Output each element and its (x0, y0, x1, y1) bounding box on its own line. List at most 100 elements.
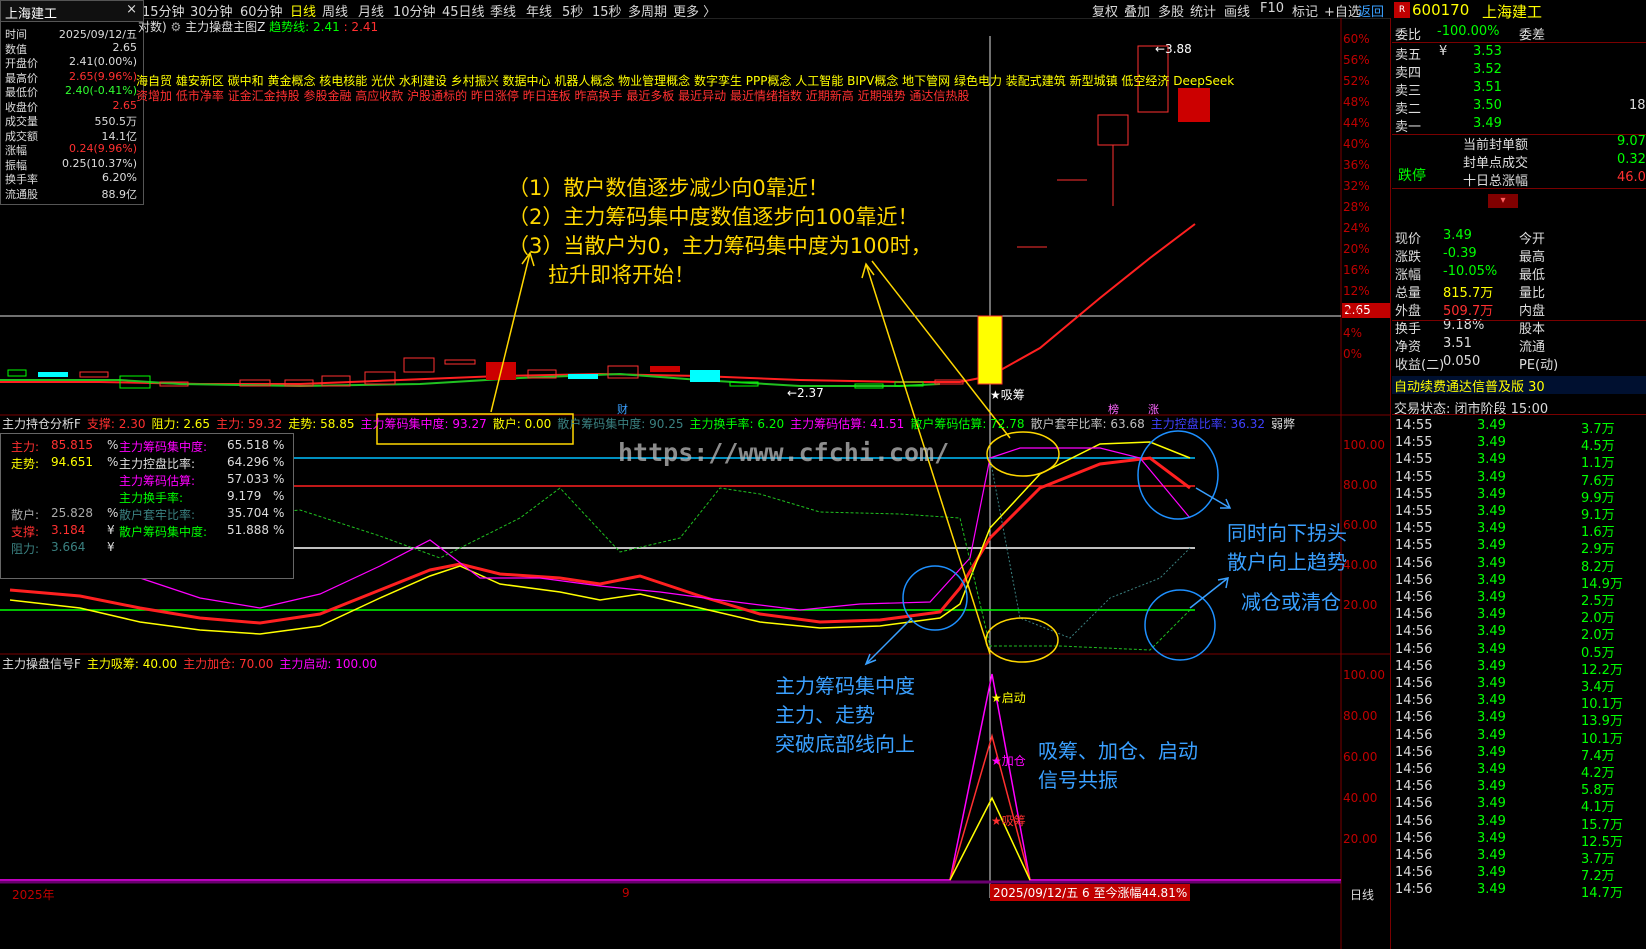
tick-row: 14:56 3.49 15.7万 (1393, 814, 1646, 833)
tick-row: 14:56 3.49 2.0万 (1393, 624, 1646, 644)
stat-label: 涨幅 (1395, 268, 1422, 283)
y-tick-label: 40% (1343, 137, 1370, 151)
sub1-y-label: 80.00 (1343, 478, 1378, 492)
stat-label: 净资 (1395, 340, 1422, 355)
quote-row: 卖四 3.52 (1393, 62, 1646, 81)
annotation-line-4: 拉升即将开始！ (508, 263, 696, 287)
legend-unit: ¥ (107, 540, 115, 554)
stat-label: 收益(二) (1395, 358, 1445, 373)
sub2-header-item[interactable]: 主力操盘信号F (2, 657, 81, 671)
tick-price: 3.49 (1477, 796, 1506, 812)
legend-value: 25.828 (51, 506, 93, 520)
promo-banner[interactable]: 自动续费通达信普及版 30 (1392, 376, 1646, 395)
sub1-header-item: 走势: 58.85 (288, 417, 355, 431)
tick-volume: 7.2万 (1581, 869, 1615, 885)
sub1-y-label: 20.00 (1343, 598, 1378, 612)
tick-row: 14:55 3.49 4.5万 (1393, 435, 1646, 454)
sub2-y-label: 20.00 (1343, 832, 1378, 846)
settings-icon[interactable]: ⚙ (171, 20, 182, 34)
quote-title-bar: R 600170 上海建工 (1392, 0, 1646, 21)
low-marker: ←2.37 (787, 386, 824, 400)
indicator-name[interactable]: 主力操盘主图Z (185, 20, 265, 34)
tick-volume: 2.5万 (1581, 594, 1615, 609)
legend-key: 支撑: (11, 525, 40, 539)
watermark: https://www.cfchi.com/ (618, 438, 950, 467)
tick-time: 14:56 (1395, 590, 1433, 605)
tick-time: 14:56 (1395, 555, 1433, 571)
expand-arrow-icon[interactable]: ▾ (1488, 194, 1518, 208)
tick-price: 3.49 (1477, 521, 1506, 537)
tick-price: 3.49 (1477, 590, 1506, 605)
tick-time: 14:56 (1395, 744, 1433, 760)
annotation-line-3: （3）当散户为0，主力筹码集中度为100时， (508, 234, 932, 258)
legend-key: 主力: (11, 440, 40, 454)
legend-unit2: % (273, 455, 285, 469)
y-tick-label: 32% (1343, 179, 1370, 193)
sub1-header-item: 主力筹码估算: 41.51 (790, 417, 905, 431)
tick-time: 14:56 (1395, 762, 1433, 777)
break-line-2: 主力、走势 (775, 703, 875, 727)
ask-price: 3.50 (1473, 98, 1502, 113)
circle-retail-blue (1144, 589, 1216, 661)
legend-value: 85.815 (51, 438, 93, 452)
quote-row: 卖一 3.49 (1393, 116, 1646, 135)
stock-code: 600170 (1412, 1, 1470, 19)
tick-time: 14:55 (1395, 486, 1433, 502)
tick-time: 14:56 (1395, 641, 1433, 657)
tick-volume: 2.0万 (1581, 611, 1615, 627)
tick-price: 3.49 (1477, 607, 1506, 623)
sub2-header: 主力操盘信号F 主力吸筹: 40.00 主力加仓: 70.00 主力启动: 100.0… (2, 655, 383, 672)
sub1-header-item: 主力换手率: 6.20 (689, 417, 785, 431)
legend-value2: 51.888 (227, 523, 269, 537)
legend-value: 94.651 (51, 455, 93, 469)
legend-value2: 64.296 (227, 455, 269, 469)
sub1-header-item: 散户筹码集中度: 90.25 (557, 417, 684, 431)
tick-price: 3.49 (1477, 452, 1506, 468)
sub1-header-item: 散户: 0.00 (492, 417, 552, 431)
tick-row: 14:55 3.49 3.7万 (1393, 418, 1646, 437)
tick-price: 3.49 (1477, 693, 1506, 709)
sub1-header-item: 散户套牢比率: 63.68 (1030, 417, 1145, 431)
stat-label: 总量 (1395, 286, 1422, 301)
tick-time: 14:56 (1395, 796, 1433, 812)
tool-5[interactable]: F10 (1260, 1, 1284, 16)
tick-time: 14:56 (1395, 710, 1433, 726)
tick-volume: 2.0万 (1581, 628, 1615, 644)
y-tick-label: 60% (1343, 32, 1370, 46)
annotation-line-1: （1）散户数值逐步减少向0靠近！ (508, 176, 829, 200)
tick-row: 14:55 3.49 2.9万 (1393, 538, 1646, 557)
stat-value: 3.51 (1443, 336, 1472, 351)
quote-row: 涨幅 -10.05% 最低 (1393, 264, 1646, 283)
tick-volume: 12.2万 (1581, 662, 1623, 678)
stat-label-2: 最高 (1519, 250, 1546, 265)
tick-volume: 1.6万 (1581, 525, 1615, 541)
quote-row: 当前封单额 9.07 (1393, 134, 1646, 153)
tick-time: 14:56 (1395, 693, 1433, 709)
tick-row: 14:56 3.49 4.1万 (1393, 796, 1646, 815)
tick-price: 3.49 (1477, 848, 1506, 863)
tick-time: 14:56 (1395, 624, 1433, 640)
tick-row: 14:56 3.49 2.5万 (1393, 590, 1646, 609)
legend-unit2: % (273, 506, 285, 520)
sub1-header-item[interactable]: 主力持仓分析F (2, 417, 81, 431)
annotation-arrows-blue (864, 487, 1232, 666)
ask-label: 卖四 (1395, 66, 1422, 81)
seal-value: 46.0 (1617, 170, 1646, 185)
ask-label: 卖一 (1395, 120, 1422, 135)
seal-value: 9.07 (1617, 134, 1646, 149)
signal-line-1: 吸筹、加仓、启动 (1038, 739, 1198, 763)
ask-price: 3.49 (1473, 116, 1502, 131)
period-label[interactable]: 日线 (1350, 886, 1374, 903)
annotation-reduce: 减仓或清仓 (1241, 590, 1341, 614)
close-icon[interactable]: × (126, 2, 137, 17)
trend-value: : 2.41 (343, 20, 379, 34)
legend-key2: 主力筹码集中度: (119, 440, 208, 454)
ask-price: 3.52 (1473, 62, 1502, 77)
legend-key: 走势: (11, 457, 40, 471)
stat-value: -10.05% (1443, 264, 1498, 279)
tick-time: 14:55 (1395, 504, 1433, 519)
tick-price: 3.49 (1477, 486, 1506, 502)
tick-price: 3.49 (1477, 676, 1506, 691)
signal-line-2: 信号共振 (1038, 768, 1118, 792)
tick-row: 14:55 3.49 7.6万 (1393, 470, 1646, 489)
